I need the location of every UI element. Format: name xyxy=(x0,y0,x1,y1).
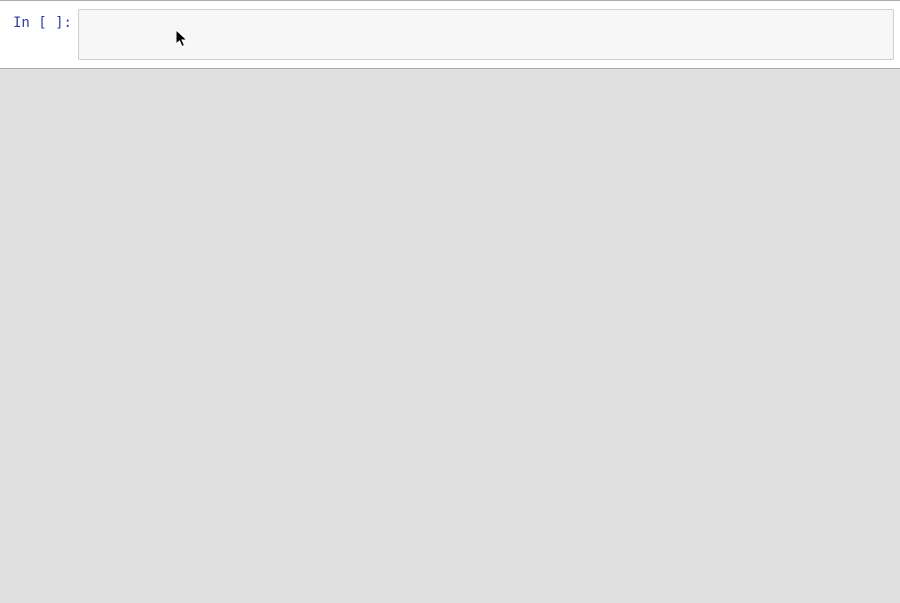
code-cell[interactable]: In [ ]: xyxy=(0,3,900,66)
input-prompt-label: In [ ]: xyxy=(13,15,72,31)
cell-prompt: In [ ]: xyxy=(6,9,78,60)
notebook-container: In [ ]: xyxy=(0,0,900,69)
code-input[interactable] xyxy=(79,10,893,56)
cell-input-area[interactable] xyxy=(78,9,894,60)
